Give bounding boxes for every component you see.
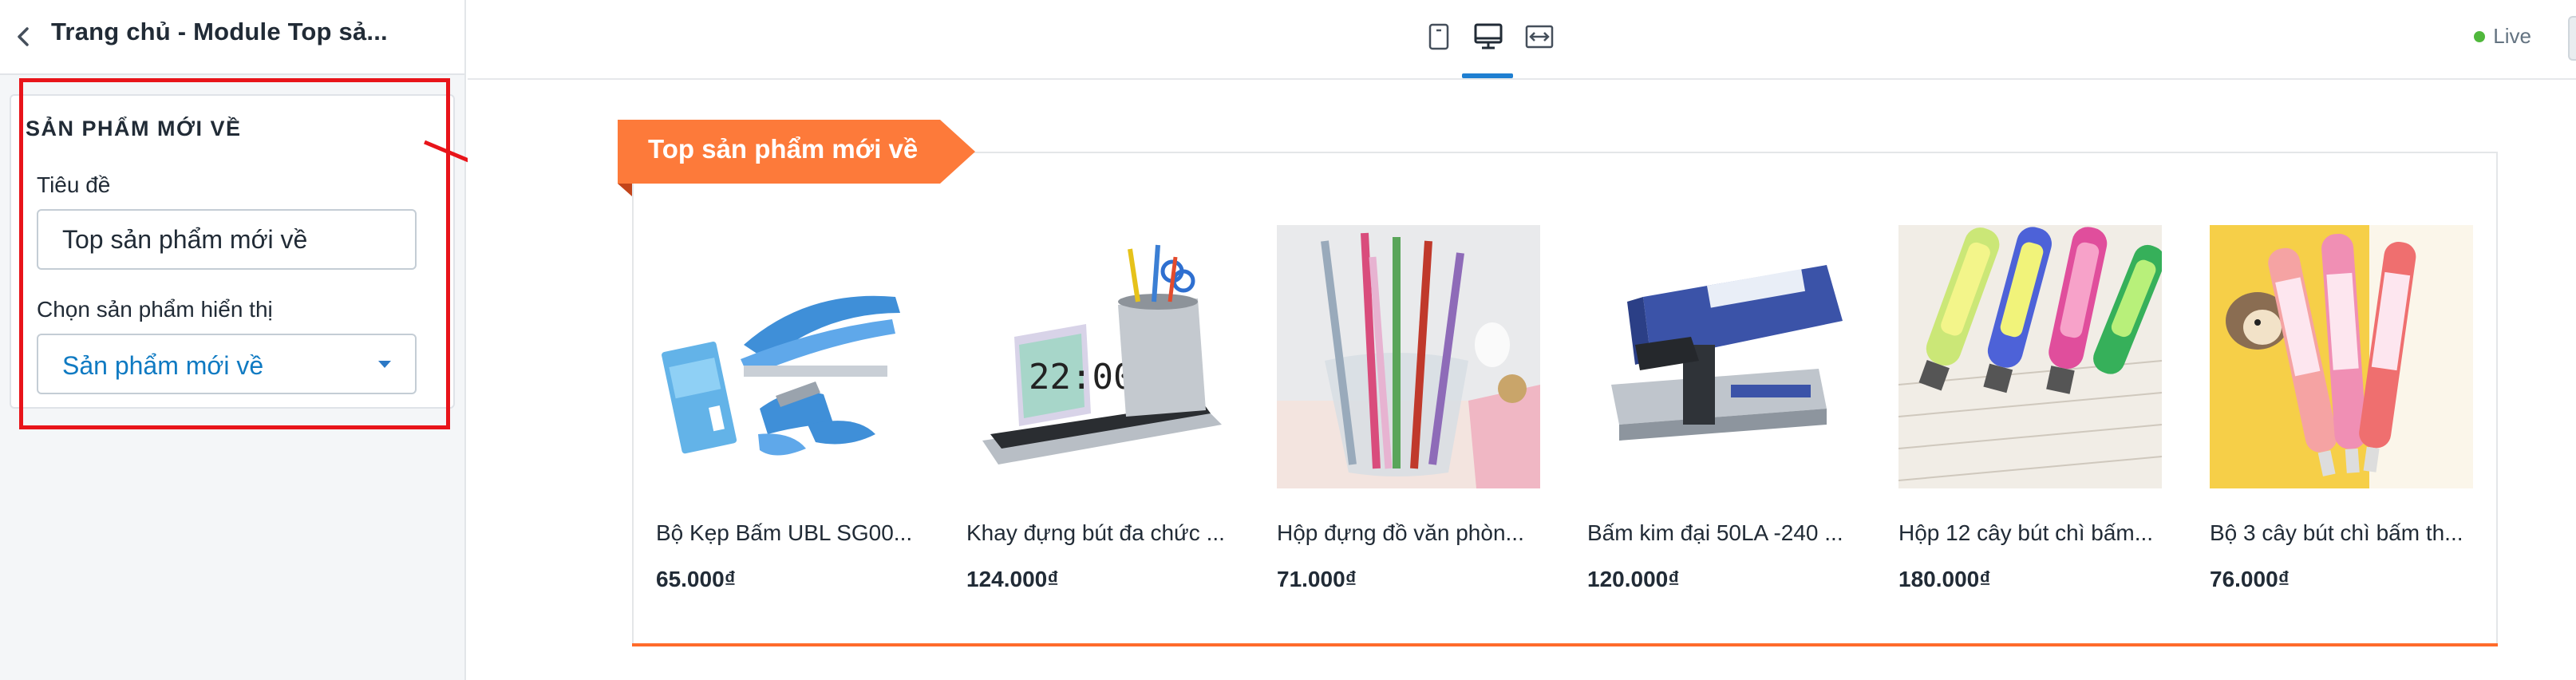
annotation-highlight-box [19,78,450,429]
mechanical-pencils-image [1898,225,2162,488]
panel-header: Trang chủ - Module Top sả... [0,0,464,75]
live-dot-icon [2474,30,2486,42]
product-image[interactable] [1898,225,2162,488]
acrylic-pen-holder-image [1277,225,1540,488]
fullwidth-view-button[interactable] [1511,13,1567,61]
panel-title: Trang chủ - Module Top sả... [51,18,388,45]
product-name[interactable]: Khay đựng bút đa chức ... [966,520,1230,546]
preview-toolbar: Live [468,0,2576,80]
product-image[interactable] [1587,225,1851,488]
product-name[interactable]: Hộp đựng đồ văn phòn... [1277,520,1540,546]
product-image[interactable] [2210,225,2473,488]
product-price: 65.000₫ [656,567,737,591]
back-button[interactable] [8,21,40,53]
product-name[interactable]: Hộp 12 cây bút chì bấm... [1898,520,2162,546]
product-card[interactable]: Bộ Kẹp Bấm UBL SG00... 65.000₫ [656,225,919,592]
product-card[interactable]: Bộ 3 cây bút chì bấm th... 76.000₫ [2210,225,2473,592]
module-bottom-border [632,643,2498,646]
active-view-indicator [1462,73,1513,78]
mobile-view-icon [1428,23,1449,50]
pen-tray-clock-image: 22:00 [966,225,1230,488]
product-card[interactable]: Hộp 12 cây bút chì bấm... 180.000₫ [1898,225,2162,592]
product-card[interactable]: 22:00 Khay đựng bút đa chức ... 124.000₫ [966,225,1230,592]
product-price: 71.000₫ [1277,567,1357,591]
chevron-left-icon [18,27,29,46]
live-status-text: Live [2493,24,2531,48]
product-name[interactable]: Bộ Kẹp Bấm UBL SG00... [656,520,919,546]
product-image[interactable] [656,225,919,488]
product-card[interactable]: Hộp đựng đồ văn phòn... 71.000₫ [1277,225,1540,592]
product-price: 120.000₫ [1587,567,1680,591]
live-status: Live [2474,24,2531,49]
product-image[interactable] [1277,225,1540,488]
mobile-view-button[interactable] [1411,13,1467,61]
module-title: Top sản phẩm mới về [648,134,919,164]
colorful-pencils-image [2210,225,2473,488]
product-image[interactable]: 22:00 [966,225,1230,488]
product-price: 76.000₫ [2210,567,2290,591]
product-price: 124.000₫ [966,567,1059,591]
product-name[interactable]: Bấm kim đại 50LA -240 ... [1587,520,1851,546]
desktop-view-button[interactable] [1460,13,1516,61]
ribbon-fold [618,184,632,196]
product-name[interactable]: Bộ 3 cây bút chì bấm th... [2210,520,2473,546]
desktop-view-icon [1474,23,1503,49]
stapler-set-image [656,225,919,488]
heavy-duty-stapler-image [1587,225,1851,488]
fullwidth-view-icon [1525,25,1554,49]
product-card[interactable]: Bấm kim đại 50LA -240 ... 120.000₫ [1587,225,1851,592]
svg-text:22:00: 22:00 [1029,357,1134,397]
panel-edge-handle[interactable] [2568,16,2576,61]
product-price: 180.000₫ [1898,567,1991,591]
